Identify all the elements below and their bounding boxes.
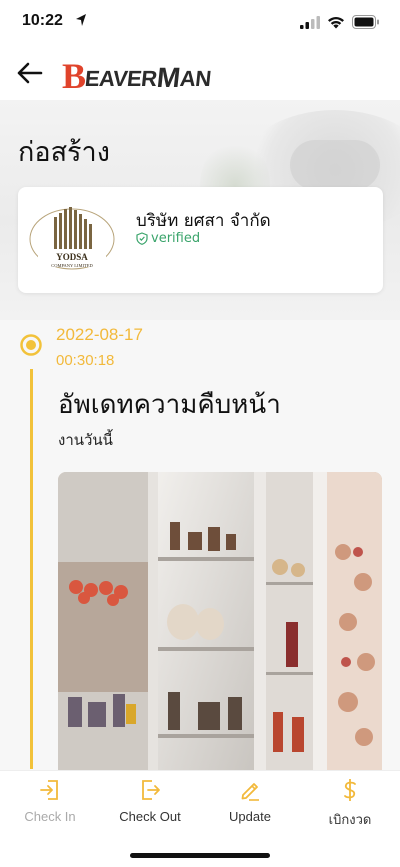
logo-text-eaver: EAVER xyxy=(83,66,159,91)
company-card[interactable]: YODSA COMPANY LIMITED บริษัท ยศสา จำกัด … xyxy=(18,187,383,293)
timeline-line xyxy=(30,369,33,769)
battery-icon xyxy=(352,14,380,33)
tab-withdraw-label: เบิกงวด xyxy=(328,812,372,827)
logo-letter-b: B xyxy=(62,56,86,96)
dollar-icon xyxy=(344,779,356,801)
tab-update[interactable]: Update xyxy=(200,777,300,833)
check-out-icon xyxy=(142,780,160,800)
back-button[interactable] xyxy=(14,58,46,88)
timeline-dot-icon xyxy=(20,334,42,356)
tab-check-out[interactable]: Check Out xyxy=(100,777,200,833)
status-time: 10:22 xyxy=(22,12,63,29)
status-icons xyxy=(300,14,380,33)
shield-check-icon xyxy=(136,232,148,245)
company-logo-text: YODSA xyxy=(56,252,88,262)
update-description: งานวันนี้ xyxy=(58,431,113,449)
timeline-time: 00:30:18 xyxy=(56,352,115,369)
back-arrow-icon xyxy=(17,62,43,84)
tab-check-out-label: Check Out xyxy=(119,809,181,824)
location-arrow-icon xyxy=(75,12,87,31)
company-name: บริษัท ยศสา จำกัด xyxy=(136,211,271,231)
pencil-icon xyxy=(241,783,259,801)
logo-text-an: AN xyxy=(178,66,212,91)
page-title: ก่อสร้าง xyxy=(18,137,110,168)
verified-badge: verified xyxy=(136,231,200,246)
tab-update-label: Update xyxy=(229,809,271,824)
tab-withdraw[interactable]: เบิกงวด xyxy=(300,777,400,833)
timeline-date: 2022-08-17 xyxy=(56,325,143,344)
progress-photo[interactable] xyxy=(58,472,382,772)
beaverman-logo: B EAVER M AN xyxy=(62,52,212,96)
tab-check-in-label: Check In xyxy=(24,809,76,824)
signal-icon xyxy=(300,14,320,33)
tab-check-in[interactable]: Check In xyxy=(0,777,100,833)
verified-label: verified xyxy=(151,231,201,246)
check-in-icon xyxy=(40,780,58,800)
wifi-icon xyxy=(327,14,345,33)
company-logo: YODSA COMPANY LIMITED xyxy=(28,197,116,281)
logo-letter-m: M xyxy=(155,62,182,93)
update-title: อัพเดทความคืบหน้า xyxy=(58,390,281,420)
nav-bar: B EAVER M AN xyxy=(0,46,400,100)
company-logo-subtext: COMPANY LIMITED xyxy=(51,263,93,268)
home-indicator[interactable] xyxy=(130,853,270,858)
status-bar: 10:22 xyxy=(0,0,400,46)
